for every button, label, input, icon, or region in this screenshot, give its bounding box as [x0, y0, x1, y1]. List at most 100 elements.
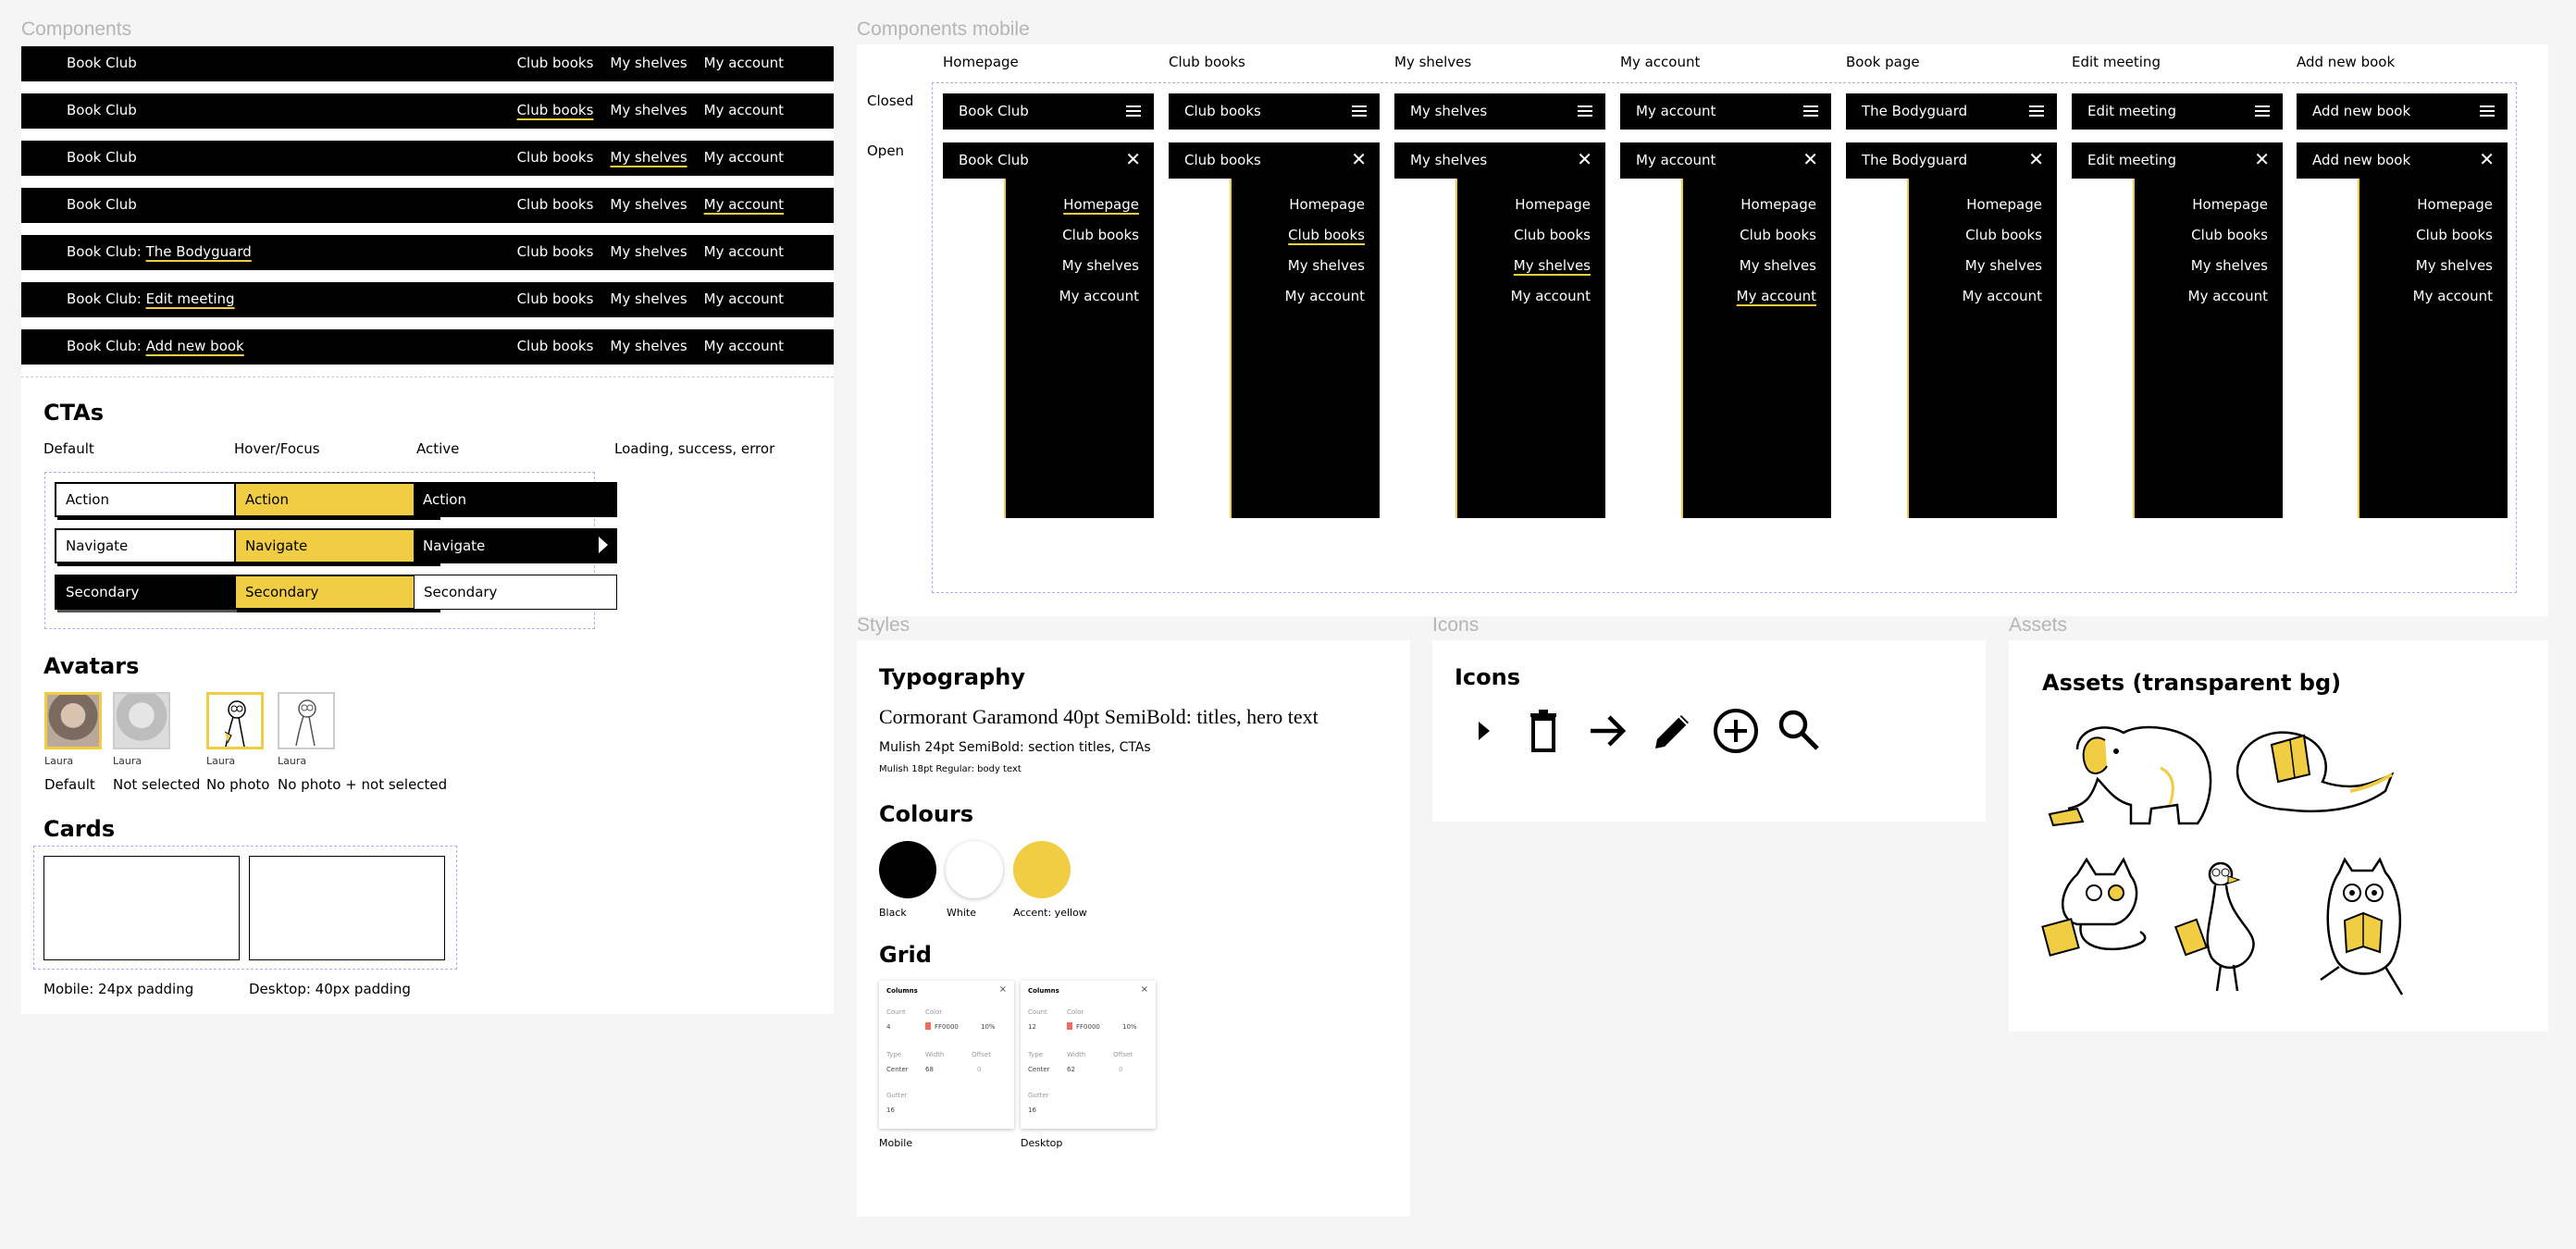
- mobile-menu-item[interactable]: Homepage: [1966, 196, 2042, 213]
- brand-page-link[interactable]: The Bodyguard: [146, 243, 252, 260]
- nav-link-club-books[interactable]: Club books: [517, 338, 594, 354]
- navbar-brand[interactable]: Book Club: [67, 102, 137, 118]
- mobile-menu-item[interactable]: My account: [1511, 288, 1591, 304]
- navbar-brand[interactable]: Book Club: Edit meeting: [67, 291, 235, 307]
- close-icon[interactable]: ✕: [1351, 148, 1367, 170]
- close-icon[interactable]: ✕: [1802, 148, 1818, 170]
- navigate-button-active[interactable]: Navigate: [414, 528, 617, 563]
- nav-link-club-books[interactable]: Club books: [517, 196, 594, 213]
- action-button-default[interactable]: Action: [55, 482, 258, 517]
- offset-value[interactable]: 0: [977, 1066, 981, 1073]
- close-icon[interactable]: ×: [999, 984, 1007, 995]
- nav-link-my-account[interactable]: My account: [704, 149, 784, 166]
- mobile-navbar-title[interactable]: The Bodyguard: [1862, 152, 1967, 168]
- mobile-menu-item[interactable]: Club books: [1965, 227, 2042, 243]
- nav-link-club-books[interactable]: Club books: [517, 291, 594, 307]
- gutter-value[interactable]: 16: [886, 1107, 895, 1114]
- mobile-menu-item[interactable]: Homepage: [2417, 196, 2493, 213]
- close-icon[interactable]: ✕: [1125, 148, 1141, 170]
- nav-link-club-books[interactable]: Club books: [517, 149, 594, 166]
- mobile-menu-item[interactable]: Club books: [1740, 227, 1816, 243]
- width-value[interactable]: 68: [925, 1066, 934, 1073]
- mobile-menu-item[interactable]: My account: [1737, 288, 1816, 304]
- close-icon[interactable]: ✕: [2479, 148, 2495, 170]
- mobile-menu-item[interactable]: My shelves: [1288, 257, 1365, 274]
- mobile-navbar-title[interactable]: Edit meeting: [2087, 103, 2176, 119]
- mobile-navbar-title[interactable]: Club books: [1184, 152, 1261, 168]
- mobile-navbar-title[interactable]: My account: [1636, 103, 1715, 119]
- hamburger-menu-icon[interactable]: [2480, 102, 2495, 121]
- hamburger-menu-icon[interactable]: [1578, 102, 1592, 121]
- color-value[interactable]: FF0000: [935, 1023, 959, 1031]
- mobile-navbar-title[interactable]: My shelves: [1410, 152, 1487, 168]
- width-value[interactable]: 62: [1067, 1066, 1075, 1073]
- mobile-menu-item[interactable]: Homepage: [2192, 196, 2268, 213]
- mobile-menu-item[interactable]: Club books: [1062, 227, 1139, 243]
- nav-link-my-account[interactable]: My account: [704, 291, 784, 307]
- type-value[interactable]: Center: [1028, 1066, 1050, 1073]
- mobile-navbar-title[interactable]: Edit meeting: [2087, 152, 2176, 168]
- mobile-menu-item[interactable]: Club books: [2191, 227, 2268, 243]
- action-button-active[interactable]: Action: [414, 482, 617, 517]
- nav-link-my-shelves[interactable]: My shelves: [610, 243, 687, 260]
- nav-link-my-account[interactable]: My account: [704, 243, 784, 260]
- hamburger-menu-icon[interactable]: [1352, 102, 1367, 121]
- nav-link-club-books[interactable]: Club books: [517, 102, 594, 118]
- mobile-menu-item[interactable]: My shelves: [1740, 257, 1816, 274]
- hamburger-menu-icon[interactable]: [1803, 102, 1818, 121]
- nav-link-my-account[interactable]: My account: [704, 338, 784, 354]
- hamburger-menu-icon[interactable]: [2255, 102, 2270, 121]
- mobile-menu-item[interactable]: My account: [1059, 288, 1139, 304]
- avatar-not-selected[interactable]: [113, 692, 170, 749]
- mobile-navbar-title[interactable]: Book Club: [959, 152, 1029, 168]
- brand-page-link[interactable]: Edit meeting: [146, 291, 235, 307]
- nav-link-my-shelves[interactable]: My shelves: [610, 55, 687, 71]
- mobile-menu-item[interactable]: Club books: [1288, 227, 1365, 243]
- mobile-navbar-title[interactable]: Book Club: [959, 103, 1029, 119]
- nav-link-club-books[interactable]: Club books: [517, 55, 594, 71]
- close-icon[interactable]: ×: [1141, 984, 1148, 995]
- nav-link-my-shelves[interactable]: My shelves: [610, 338, 687, 354]
- mobile-menu-item[interactable]: My shelves: [1062, 257, 1139, 274]
- hamburger-menu-icon[interactable]: [1126, 102, 1141, 121]
- close-icon[interactable]: ✕: [2028, 148, 2044, 170]
- nav-link-my-account[interactable]: My account: [704, 102, 784, 118]
- mobile-menu-item[interactable]: Homepage: [1289, 196, 1365, 213]
- brand-page-link[interactable]: Add new book: [146, 338, 244, 354]
- action-button-hover[interactable]: Action: [234, 482, 438, 517]
- navbar-brand[interactable]: Book Club: Add new book: [67, 338, 244, 354]
- count-value[interactable]: 4: [886, 1023, 890, 1031]
- mobile-menu-item[interactable]: My account: [1963, 288, 2042, 304]
- navigate-button-hover[interactable]: Navigate: [234, 528, 438, 563]
- avatar-no-photo[interactable]: [206, 692, 264, 749]
- avatar-no-photo-not-selected[interactable]: [278, 692, 335, 749]
- type-value[interactable]: Center: [886, 1066, 909, 1073]
- close-icon[interactable]: ✕: [1577, 148, 1592, 170]
- nav-link-my-shelves[interactable]: My shelves: [610, 149, 687, 166]
- navbar-brand[interactable]: Book Club: [67, 196, 137, 213]
- mobile-navbar-title[interactable]: Add new book: [2312, 103, 2410, 119]
- secondary-button-default[interactable]: Secondary: [55, 575, 258, 610]
- mobile-menu-item[interactable]: My account: [1285, 288, 1365, 304]
- hamburger-menu-icon[interactable]: [2029, 102, 2044, 121]
- navbar-brand[interactable]: Book Club: The Bodyguard: [67, 243, 252, 260]
- mobile-menu-item[interactable]: My shelves: [2191, 257, 2268, 274]
- mobile-menu-item[interactable]: Club books: [2416, 227, 2493, 243]
- mobile-menu-item[interactable]: My account: [2413, 288, 2493, 304]
- mobile-menu-item[interactable]: Club books: [1514, 227, 1591, 243]
- secondary-button-hover[interactable]: Secondary: [234, 575, 438, 610]
- navbar-brand[interactable]: Book Club: [67, 55, 137, 71]
- mobile-navbar-title[interactable]: My account: [1636, 152, 1715, 168]
- nav-link-my-shelves[interactable]: My shelves: [610, 291, 687, 307]
- mobile-navbar-title[interactable]: The Bodyguard: [1862, 103, 1967, 119]
- mobile-navbar-title[interactable]: Add new book: [2312, 152, 2410, 168]
- mobile-menu-item[interactable]: My shelves: [1514, 257, 1591, 274]
- opacity-value[interactable]: 10%: [1122, 1023, 1137, 1031]
- navbar-brand[interactable]: Book Club: [67, 149, 137, 166]
- nav-link-my-account[interactable]: My account: [704, 55, 784, 71]
- avatar-default[interactable]: [44, 692, 102, 749]
- navigate-button-default[interactable]: Navigate: [55, 528, 258, 563]
- nav-link-club-books[interactable]: Club books: [517, 243, 594, 260]
- nav-link-my-shelves[interactable]: My shelves: [610, 102, 687, 118]
- offset-value[interactable]: 0: [1119, 1066, 1122, 1073]
